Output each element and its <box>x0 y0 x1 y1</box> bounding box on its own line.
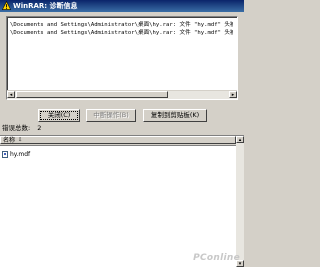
column-name-header[interactable]: 名称 ⇩ <box>0 136 236 144</box>
title-bar[interactable]: WinRAR: 诊断信息 <box>0 0 244 12</box>
vertical-scrollbar[interactable]: ▴ ▾ <box>236 136 244 267</box>
file-name: hy.mdf <box>10 151 31 158</box>
file-icon <box>2 151 8 158</box>
column-name-label: 名称 <box>3 137 16 144</box>
copy-to-clipboard-button[interactable]: 复制到剪贴板(K) <box>143 109 207 122</box>
diagnostic-messages[interactable]: \Documents and Settings\Administrator\桌面… <box>6 16 238 100</box>
scroll-up-icon[interactable]: ▴ <box>236 136 244 143</box>
sort-arrow-icon: ⇩ <box>18 137 23 143</box>
message-line: \Documents and Settings\Administrator\桌面… <box>10 30 233 36</box>
scroll-left-icon[interactable]: ◂ <box>7 91 15 98</box>
horizontal-scrollbar[interactable]: ◂ ▸ <box>7 90 237 99</box>
warning-icon <box>2 1 11 10</box>
watermark: PConline <box>193 253 240 263</box>
window-title: WinRAR: 诊断信息 <box>13 2 78 10</box>
error-count-value: 2 <box>37 124 42 132</box>
error-count-label: 错误总数: <box>2 124 31 132</box>
message-line: \Documents and Settings\Administrator\桌面… <box>10 22 233 28</box>
column-header: 名称 ⇩ <box>0 136 244 146</box>
interrupt-button[interactable]: 中断操作(B) <box>86 109 136 122</box>
list-item[interactable]: hy.mdf <box>2 150 162 159</box>
error-count: 错误总数: 2 <box>2 124 242 133</box>
close-button[interactable]: 关闭(C) <box>38 109 80 122</box>
message-list: \Documents and Settings\Administrator\桌面… <box>10 21 233 89</box>
scroll-thumb[interactable] <box>16 91 168 98</box>
error-file-list[interactable]: 名称 ⇩ hy.mdf ▴ ▾ PConline <box>0 135 244 267</box>
scroll-right-icon[interactable]: ▸ <box>229 91 237 98</box>
